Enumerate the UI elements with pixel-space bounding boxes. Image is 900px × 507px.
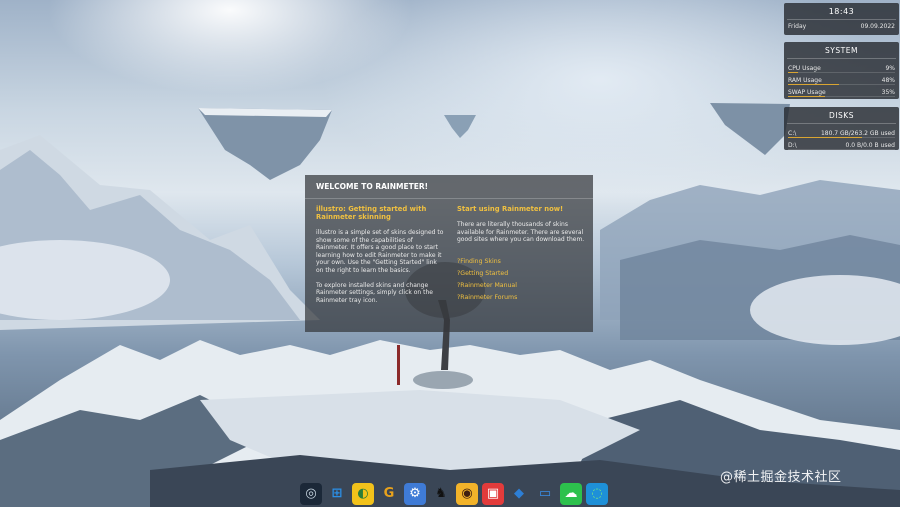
welcome-links: ?Finding Skins ?Getting Started ?Rainmet… bbox=[457, 256, 587, 304]
qq-penguin-icon[interactable]: ♞ bbox=[430, 483, 452, 505]
settings-app-icon[interactable]: ⚙ bbox=[404, 482, 426, 505]
taskbar: ◎ ⊞ ◐ G ⚙ ♞ ◉ ▣ ◆ ▭ ☁ ◌ bbox=[300, 480, 608, 507]
disks-title: DISKS bbox=[787, 107, 896, 124]
welcome-left-paragraph-2: To explore installed skins and change Ra… bbox=[316, 281, 433, 304]
swap-usage-bar bbox=[788, 96, 895, 97]
ram-usage-bar bbox=[788, 84, 895, 85]
system-title: SYSTEM bbox=[787, 42, 896, 59]
dev-tool-icon[interactable]: ◆ bbox=[508, 483, 530, 505]
link-getting-started[interactable]: ?Getting Started bbox=[457, 268, 587, 280]
swap-usage-value: 35% bbox=[881, 88, 895, 96]
welcome-right-column: Start using Rainmeter now! There are lit… bbox=[457, 205, 587, 304]
watermark-text: @稀土掘金技术社区 bbox=[720, 470, 842, 485]
clock-widget[interactable]: 18:43 Friday 09.09.2022 bbox=[784, 3, 899, 35]
edge-browser-icon[interactable]: ◌ bbox=[586, 482, 608, 505]
link-finding-skins[interactable]: ?Finding Skins bbox=[457, 256, 587, 268]
disk-d-label: D:\ bbox=[788, 141, 797, 149]
google-chrome-icon[interactable]: G bbox=[378, 483, 400, 505]
clock-day: Friday bbox=[788, 22, 807, 30]
welcome-title: WELCOME TO RAINMETER! bbox=[305, 175, 593, 199]
welcome-right-paragraph: There are literally thousands of skins a… bbox=[457, 221, 585, 244]
clock-date-row: Friday 09.09.2022 bbox=[784, 20, 899, 32]
disk-d-bar bbox=[788, 149, 895, 150]
disk-c-bar bbox=[788, 137, 895, 138]
swap-usage-label: SWAP Usage bbox=[788, 88, 826, 96]
cpu-usage-bar bbox=[788, 72, 895, 73]
cpu-usage-value: 9% bbox=[885, 64, 895, 72]
cpu-usage-row: CPU Usage 9% bbox=[784, 62, 899, 74]
swap-usage-row: SWAP Usage 35% bbox=[784, 86, 899, 98]
system-widget[interactable]: SYSTEM CPU Usage 9% RAM Usage 48% SWAP U… bbox=[784, 42, 899, 99]
disk-c-row[interactable]: C:\ 180.7 GB/263.2 GB used bbox=[784, 127, 899, 139]
clock-time: 18:43 bbox=[787, 3, 896, 20]
red-app-icon[interactable]: ▣ bbox=[482, 482, 504, 505]
welcome-left-heading: illustro: Getting started with Rainmeter… bbox=[316, 205, 427, 221]
welcome-right-heading: Start using Rainmeter now! bbox=[457, 205, 564, 213]
owl-app-icon[interactable]: ◉ bbox=[456, 482, 478, 505]
laptop-icon[interactable]: ▭ bbox=[534, 483, 556, 505]
ram-usage-label: RAM Usage bbox=[788, 76, 822, 84]
rainmeter-welcome-panel[interactable]: WELCOME TO RAINMETER! illustro: Getting … bbox=[305, 175, 593, 332]
steam-icon[interactable]: ◎ bbox=[300, 482, 322, 505]
disk-d-row[interactable]: D:\ 0.0 B/0.0 B used bbox=[784, 139, 899, 151]
cpu-usage-label: CPU Usage bbox=[788, 64, 821, 72]
ram-usage-row: RAM Usage 48% bbox=[784, 74, 899, 86]
welcome-left-column: illustro: Getting started with Rainmeter… bbox=[316, 205, 446, 311]
ram-usage-value: 48% bbox=[881, 76, 895, 84]
windows-start-icon[interactable]: ⊞ bbox=[326, 483, 348, 505]
link-rainmeter-manual[interactable]: ?Rainmeter Manual bbox=[457, 280, 587, 292]
disks-widget[interactable]: DISKS C:\ 180.7 GB/263.2 GB used D:\ 0.0… bbox=[784, 107, 899, 150]
clock-date: 09.09.2022 bbox=[860, 22, 895, 30]
welcome-left-paragraph-1: illustro is a simple set of skins design… bbox=[316, 229, 444, 274]
wechat-icon[interactable]: ☁ bbox=[560, 482, 582, 505]
disk-c-label: C:\ bbox=[788, 129, 797, 137]
disk-c-value: 180.7 GB/263.2 GB used bbox=[820, 129, 895, 137]
disk-d-value: 0.0 B/0.0 B used bbox=[845, 141, 896, 149]
link-rainmeter-forums[interactable]: ?Rainmeter Forums bbox=[457, 292, 587, 304]
app-yellow-icon[interactable]: ◐ bbox=[352, 482, 374, 505]
